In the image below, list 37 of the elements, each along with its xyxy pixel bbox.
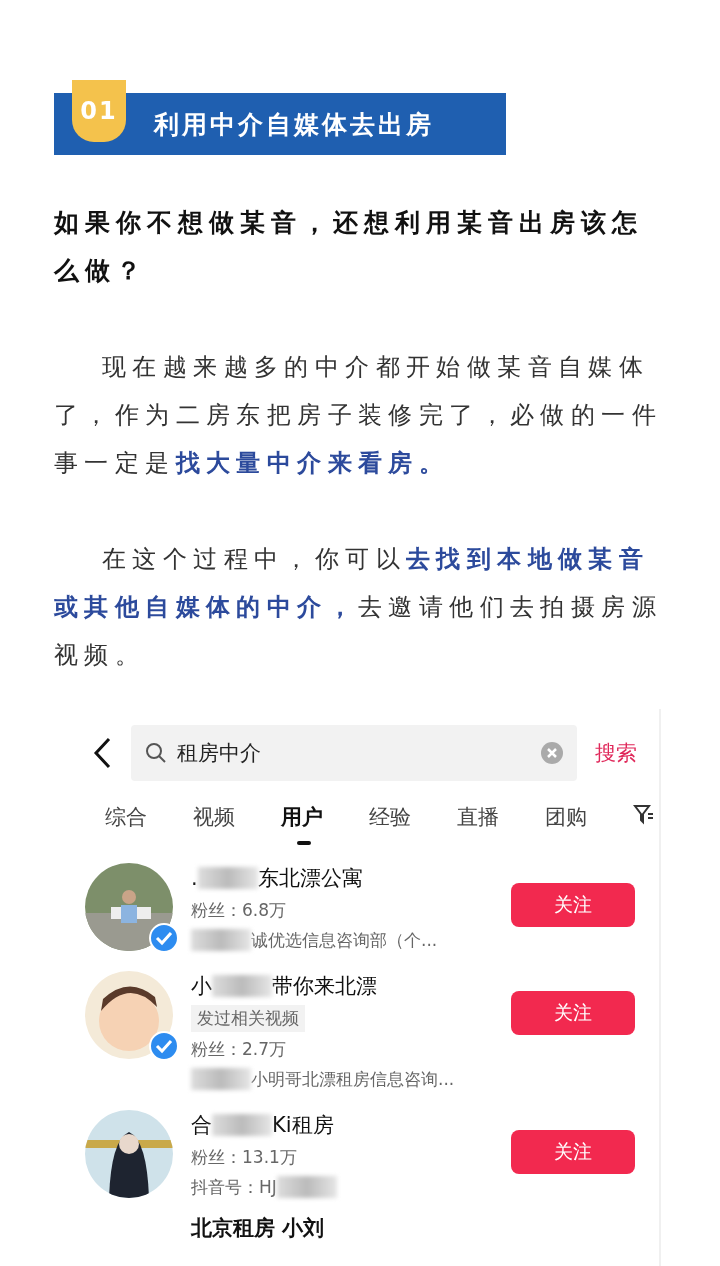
paragraph: 现在越来越多的中介都开始做某音自媒体了，作为二房东把房子装修完了，必做的一件事一定是找大量中介来看房。	[54, 352, 663, 479]
search-field[interactable]: 租房中介	[131, 725, 577, 781]
question-heading: 如果你不想做某音，还想利用某音出房该怎么做？	[54, 207, 644, 287]
tab[interactable]: 团购	[545, 803, 633, 831]
user-name[interactable]: . 东北漂公寓	[191, 863, 511, 893]
user-detail: 粉丝：6.8万	[191, 898, 288, 922]
blurred-text	[212, 1114, 272, 1136]
filter-icon[interactable]	[633, 803, 655, 825]
user-name[interactable]: 北京租房 小刘	[191, 1214, 659, 1242]
tab[interactable]: 用户	[281, 803, 369, 845]
follow-button[interactable]: 关注	[511, 1130, 635, 1174]
user-detail: 粉丝：13.1万	[191, 1145, 298, 1169]
search-button[interactable]: 搜索	[595, 739, 659, 767]
paragraph: 在这个过程中，你可以去找到本地做某音或其他自媒体的中介，去邀请他们去拍摄房源视频。	[54, 544, 663, 671]
blurred-text	[276, 1176, 337, 1198]
blurred-text	[212, 975, 272, 997]
user-detail: 小明哥北漂租房信息咨询...	[191, 1066, 511, 1092]
tab[interactable]: 经验	[369, 803, 457, 831]
user-detail: 抖音号：HJ	[191, 1174, 511, 1200]
user-detail: 粉丝：2.7万	[191, 1037, 288, 1061]
search-icon	[145, 742, 167, 764]
tag: 发过相关视频	[191, 1005, 305, 1032]
tab[interactable]: 直播	[457, 803, 545, 831]
user-name[interactable]: 合 Ki租房	[191, 1110, 511, 1140]
tab[interactable]: 综合	[105, 803, 193, 831]
blurred-text	[197, 867, 258, 889]
user-name[interactable]: 小 带你来北漂	[191, 971, 511, 1001]
follow-button[interactable]: 关注	[511, 883, 635, 927]
blurred-text	[191, 1068, 251, 1090]
blurred-text	[191, 929, 251, 951]
section-number: 01	[72, 80, 126, 142]
tab-indicator	[297, 841, 311, 845]
tab[interactable]: 视频	[193, 803, 281, 831]
follow-button[interactable]: 关注	[511, 991, 635, 1035]
user-detail: 诚优选信息咨询部（个...	[191, 927, 511, 953]
section-title: 利用中介自媒体去出房	[154, 108, 434, 141]
back-icon[interactable]	[93, 737, 113, 769]
